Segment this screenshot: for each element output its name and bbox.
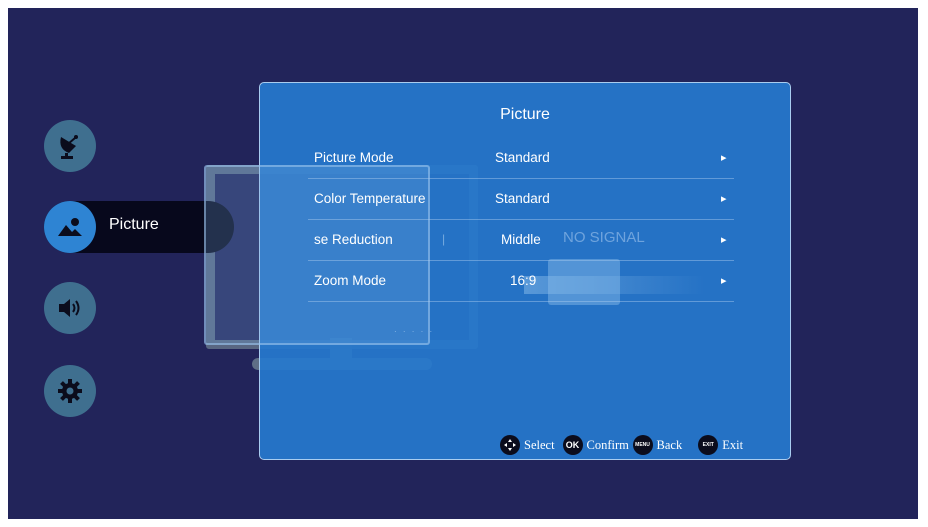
row-label: se Reduction [314,232,393,247]
panel-title: Picture [500,106,550,123]
ok-button-icon: OK [562,435,583,455]
sidebar-item-settings[interactable] [44,365,96,417]
hint-back-label: Back [656,437,683,452]
hint-select-label: Select [524,437,555,452]
picture-settings-panel: · · · · · NO SIGNAL Picture Picture Mode… [204,82,791,460]
row-value: Standard [495,150,550,165]
menu-row-noise-reduction[interactable]: se Reduction | Middle ▸ [308,220,734,261]
gear-icon [55,376,85,406]
hint-select: Select [500,435,555,455]
row-value: Middle [501,232,541,247]
chevron-right-icon: ▸ [721,152,727,164]
speaker-icon [55,295,85,321]
hint-back: MENU Back [632,435,683,455]
hint-exit-label: Exit [722,437,744,452]
satellite-dish-icon [55,131,85,161]
hint-exit: EXIT Exit [698,435,743,455]
sidebar-item-sound[interactable] [44,282,96,334]
hint-confirm: OK Confirm [562,435,631,455]
row-label: Picture Mode [314,150,394,165]
row-label: Color Temperature [314,191,426,206]
hint-confirm-label: Confirm [586,437,629,452]
row-value: Standard [495,191,550,206]
dpad-icon [500,435,520,455]
chevron-right-icon: ▸ [721,275,727,287]
row-divider-tick: | [442,232,446,246]
menu-row-picture-mode[interactable]: Picture Mode Standard ▸ [308,138,734,179]
exit-button-icon: EXIT [698,435,719,455]
sidebar-item-label: Picture [109,216,159,233]
chevron-right-icon: ▸ [721,193,727,205]
picture-icon [55,214,85,240]
row-value: 16:9 [510,273,537,288]
tv-screen: Picture · · · · · NO SIGNAL Picture Pict… [8,8,918,519]
button-hint-bar: Select OK Confirm MENU Back EXIT Exit [500,435,751,455]
sidebar-item-picture[interactable] [44,201,96,253]
menu-row-zoom-mode[interactable]: Zoom Mode 16:9 ▸ [308,261,734,302]
sidebar-item-satellite[interactable] [44,120,96,172]
menu-row-color-temperature[interactable]: Color Temperature Standard ▸ [308,179,734,220]
chevron-right-icon: ▸ [721,234,727,246]
menu-button-icon: MENU [632,435,653,455]
ghost-monitor-dots: · · · · · [394,327,435,336]
row-label: Zoom Mode [314,273,387,288]
